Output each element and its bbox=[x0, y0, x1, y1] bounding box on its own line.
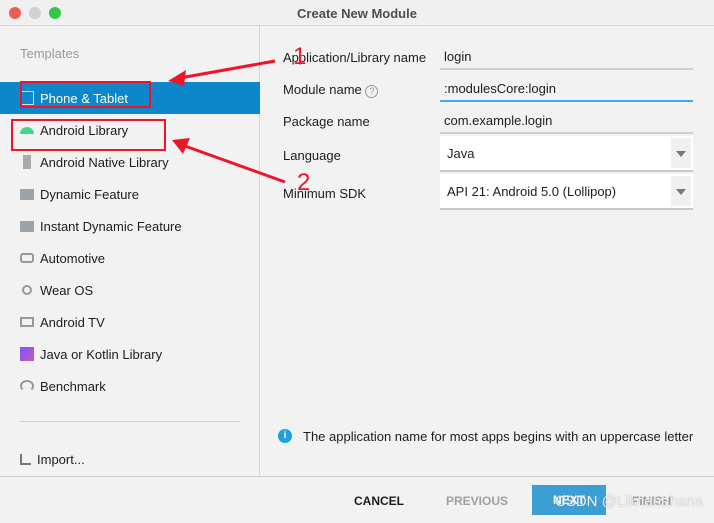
sidebar-item-benchmark[interactable]: Benchmark bbox=[0, 370, 260, 402]
previous-button[interactable]: PREVIOUS bbox=[446, 494, 508, 508]
gauge-icon bbox=[20, 380, 34, 392]
minimum-sdk-select[interactable]: API 21: Android 5.0 (Lollipop) bbox=[440, 174, 693, 210]
sidebar-divider bbox=[20, 421, 240, 422]
sidebar-item-android-tv[interactable]: Android TV bbox=[0, 306, 260, 338]
sidebar-item-android-library[interactable]: Android Library bbox=[0, 114, 260, 146]
sidebar-item-automotive[interactable]: Automotive bbox=[0, 242, 260, 274]
import-button[interactable]: Import... bbox=[20, 452, 85, 467]
car-icon bbox=[20, 253, 34, 263]
template-sidebar: Templates Phone & Tablet Android Library… bbox=[0, 26, 260, 476]
minimum-sdk-label: Minimum SDK bbox=[283, 186, 367, 201]
templates-header: Templates bbox=[20, 46, 80, 61]
sidebar-item-java-kotlin-library[interactable]: Java or Kotlin Library bbox=[0, 338, 260, 370]
info-icon: i bbox=[278, 429, 292, 443]
sidebar-item-instant-dynamic-feature[interactable]: Instant Dynamic Feature bbox=[0, 210, 260, 242]
sidebar-item-phone-tablet[interactable]: Phone & Tablet bbox=[0, 82, 260, 114]
chevron-down-icon[interactable] bbox=[671, 176, 691, 206]
app-name-label: Application/Library name bbox=[283, 50, 427, 65]
package-name-input[interactable]: com.example.login bbox=[440, 108, 693, 134]
folder-icon bbox=[20, 220, 34, 232]
android-icon bbox=[20, 126, 34, 134]
kotlin-icon bbox=[20, 347, 34, 361]
cancel-button[interactable]: CANCEL bbox=[354, 494, 404, 508]
help-icon[interactable]: ? bbox=[365, 85, 379, 98]
sidebar-item-wear-os[interactable]: Wear OS bbox=[0, 274, 260, 306]
package-name-label: Package name bbox=[283, 114, 370, 129]
module-name-input[interactable]: :modulesCore:login bbox=[440, 76, 693, 102]
sidebar-item-dynamic-feature[interactable]: Dynamic Feature bbox=[0, 178, 260, 210]
title-bar: Create New Module bbox=[0, 0, 714, 26]
window-title: Create New Module bbox=[297, 6, 417, 21]
watch-icon bbox=[22, 285, 32, 295]
folder-icon bbox=[20, 188, 34, 200]
module-name-label: Module name ? bbox=[283, 82, 379, 98]
language-label: Language bbox=[283, 148, 341, 163]
app-name-input[interactable]: login bbox=[440, 44, 693, 70]
watermark: CSDN @Liknanahana bbox=[555, 493, 703, 510]
import-icon bbox=[20, 454, 31, 465]
tv-icon bbox=[20, 317, 34, 327]
chevron-down-icon[interactable] bbox=[671, 138, 691, 168]
native-library-icon bbox=[23, 155, 31, 169]
sidebar-item-native-library[interactable]: Android Native Library bbox=[0, 146, 260, 178]
info-message: The application name for most apps begin… bbox=[303, 429, 694, 444]
language-select[interactable]: Java bbox=[440, 136, 693, 172]
phone-tablet-icon bbox=[20, 91, 34, 105]
